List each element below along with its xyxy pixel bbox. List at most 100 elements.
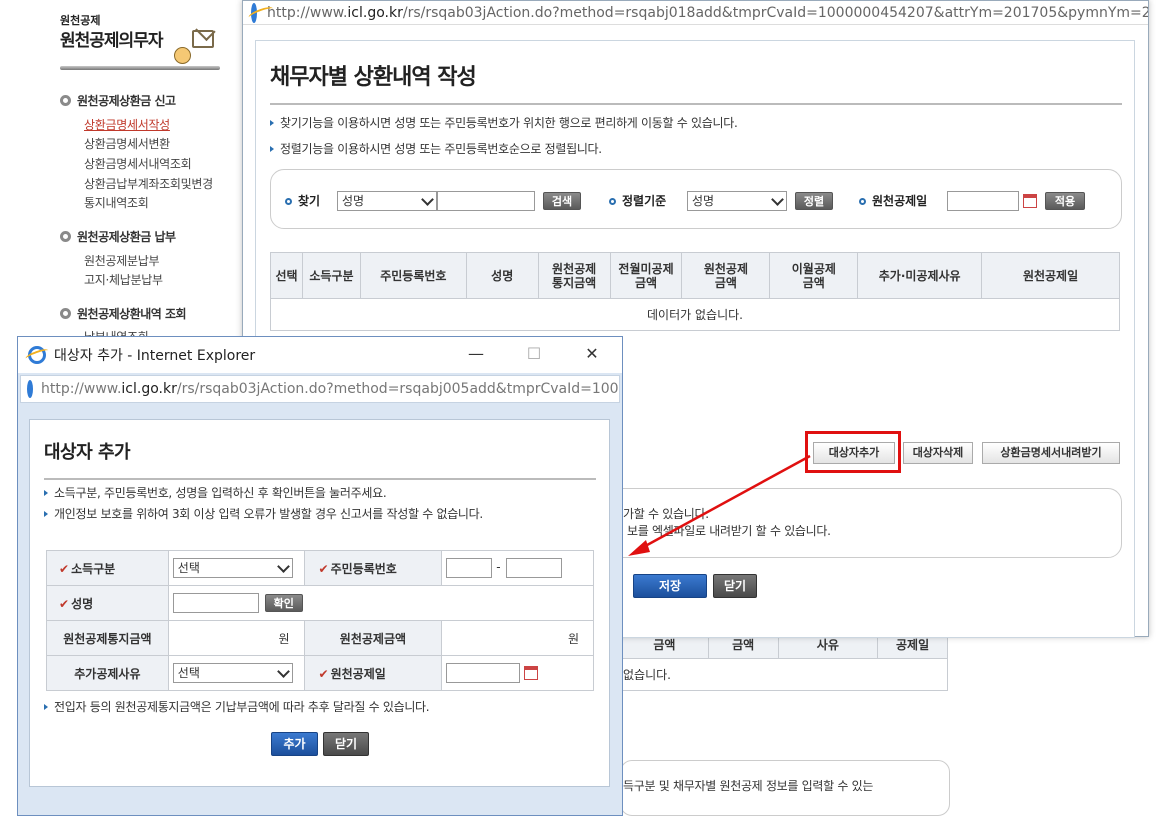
sidebar-item-statement-history[interactable]: 상환금명세서내역조회 (84, 155, 192, 172)
col-reason: 추가·미공제사유 (857, 252, 983, 299)
popup-content: 대상자 추가 소득구분, 주민등록번호, 성명을 입력하신 후 확인버튼을 눌러… (29, 419, 610, 787)
section-title-query[interactable]: 원천공제상환내역 조회 (60, 305, 187, 322)
add-button[interactable]: 추가 (271, 732, 318, 756)
apply-button[interactable]: 적용 (1045, 192, 1085, 210)
target-form: ✔ 소득구분 선택 ✔ 주민등록번호 - ✔ 성명 확인 원천공제통지금액 원 … (46, 550, 595, 691)
notice-find: 찾기기능을 이용하시면 성명 또는 주민등록번호가 위치한 행으로 편리하게 이… (270, 114, 738, 131)
name-cell: 확인 (167, 585, 595, 621)
label-dot-icon (859, 198, 866, 205)
sort-select[interactable]: 성명 (687, 191, 787, 211)
address-bar[interactable]: http://www. icl.go.kr/rs/rsqab03jAction.d… (243, 1, 1148, 25)
bg-info-text: 득구분 및 채무자별 원천공제 정보를 입력할 수 있는 (623, 779, 874, 793)
income-type-select[interactable]: 선택 (172, 558, 293, 578)
brand-title: 원천공제의무자 (60, 31, 163, 51)
ie-logo-icon (27, 380, 33, 398)
required-check-icon: ✔ (318, 561, 329, 576)
popup-title-divider (44, 478, 596, 480)
sort-label: 정렬기준 (609, 192, 666, 209)
search-panel: 찾기 성명 검색 정렬기준 성명 정렬 원천공제일 적용 (270, 169, 1122, 229)
notice-sort: 정렬기능을 이용하시면 성명 또는 주민등록번호순으로 정렬됩니다. (270, 140, 602, 157)
close-button[interactable]: 닫기 (713, 574, 757, 598)
sidebar-item-deduction-pay[interactable]: 원천공제분납부 (84, 252, 159, 269)
col-prev-undeducted: 전월미공제 금액 (609, 252, 683, 299)
col-select: 선택 (270, 252, 303, 299)
section-title-payment[interactable]: 원천공제상환금 납부 (60, 228, 176, 245)
sort-button[interactable]: 정렬 (795, 192, 833, 210)
url-path: /rs/rsqab03jAction.do?method=rsqabj005ad… (176, 381, 620, 397)
section-bullet-icon (60, 231, 71, 242)
rrn-back-input[interactable] (506, 558, 563, 578)
popup-notice-1: 소득구분, 주민등록번호, 성명을 입력하신 후 확인버튼을 눌러주세요. (44, 484, 387, 501)
sidebar-item-overdue-pay[interactable]: 고지·체납분납부 (84, 271, 163, 288)
deduct-amount-unit: 원 (441, 620, 594, 656)
url-prefix: http://www. (41, 381, 122, 397)
download-statement-button[interactable]: 상환금명세서내려받기 (982, 442, 1120, 464)
confirm-button[interactable]: 확인 (264, 594, 303, 612)
extra-reason-cell: 선택 (167, 655, 305, 691)
chevron-down-icon (771, 195, 784, 207)
col-carryover: 이월공제 금액 (769, 252, 859, 299)
find-label: 찾기 (285, 192, 320, 209)
sidebar-item-account-query[interactable]: 상환금납부계좌조회및변경 (84, 175, 213, 192)
section-bullet-icon (60, 95, 71, 106)
search-button[interactable]: 검색 (543, 192, 581, 210)
bullet-arrow-icon (44, 511, 48, 517)
url-path: /rs/rsqab03jAction.do?method=rsqabj018ad… (402, 4, 1148, 21)
bullet-arrow-icon (270, 120, 274, 126)
popup-title: 대상자 추가 (44, 442, 131, 463)
section-bullet-icon (60, 308, 71, 319)
chevron-down-icon (421, 195, 434, 207)
name-label: ✔ 성명 (46, 585, 169, 621)
col-deduct-amount: 원천공제 금액 (681, 252, 771, 299)
save-button[interactable]: 저장 (633, 574, 707, 598)
window-close-button[interactable]: ✕ (572, 343, 612, 367)
rrn-front-input[interactable] (446, 558, 493, 578)
empty-row: 데이터가 없습니다. (270, 298, 1120, 331)
sidebar-item-statement-convert[interactable]: 상환금명세서변환 (84, 135, 170, 152)
find-select[interactable]: 성명 (337, 191, 437, 211)
minimize-button[interactable]: — (456, 343, 496, 367)
popup-address-bar[interactable]: http://www. icl.go.kr/rs/rsqab03jAction.d… (20, 375, 620, 403)
bullet-arrow-icon (44, 704, 48, 710)
notice-amount-label: 원천공제통지금액 (46, 620, 169, 656)
deduct-amount-label: 원천공제금액 (303, 620, 443, 656)
label-dot-icon (285, 198, 292, 205)
extra-reason-select[interactable]: 선택 (172, 663, 293, 683)
sidebar-item-notice-history[interactable]: 통지내역조회 (84, 194, 149, 211)
sidebar-item-statement-write[interactable]: 상환금명세서작성 (84, 116, 170, 133)
col-notice-amount: 원천공제 통지금액 (537, 252, 611, 299)
calendar-icon[interactable] (524, 666, 539, 680)
popup-notice-2: 개인정보 보호를 위하여 3회 이상 입력 오류가 발생할 경우 신고서를 작성… (44, 505, 483, 522)
extra-reason-label: 추가공제사유 (46, 655, 169, 691)
deduct-date-cell (441, 655, 594, 691)
find-input[interactable] (437, 191, 535, 211)
brand-divider (60, 66, 220, 70)
deduct-date-input[interactable] (446, 663, 521, 683)
page-title: 채무자별 상환내역 작성 (270, 65, 477, 90)
section-title-report[interactable]: 원천공제상환금 신고 (60, 92, 176, 109)
annotation-arrow (628, 454, 811, 556)
bg-info-box: 득구분 및 채무자별 원천공제 정보를 입력할 수 있는 (620, 760, 950, 816)
ie-logo-icon (28, 346, 46, 364)
calendar-icon[interactable] (1023, 194, 1037, 208)
notice-amount-unit: 원 (167, 620, 305, 656)
url-domain: icl.go.kr (121, 381, 177, 397)
required-check-icon: ✔ (59, 561, 70, 576)
popup-close-button[interactable]: 닫기 (323, 732, 369, 756)
envelope-icon (192, 30, 214, 48)
background-table: 금액 금액 사유 공제일 없습니다. (620, 630, 948, 691)
repayment-table: 선택 소득구분 주민등록번호 성명 원천공제 통지금액 전월미공제 금액 원천공… (270, 252, 1120, 331)
required-check-icon: ✔ (318, 666, 329, 681)
name-input[interactable] (172, 593, 259, 613)
required-check-icon: ✔ (59, 596, 70, 611)
popup-window: 대상자 추가 - Internet Explorer — ☐ ✕ http://… (17, 336, 623, 816)
label-dot-icon (609, 198, 616, 205)
deduction-date-input[interactable] (947, 191, 1019, 211)
popup-window-title: 대상자 추가 - Internet Explorer (54, 348, 256, 364)
delete-target-button[interactable]: 대상자삭제 (903, 442, 973, 464)
mascot-icon (174, 47, 191, 64)
maximize-button[interactable]: ☐ (514, 343, 554, 367)
col-deduct-date: 원천공제일 (981, 252, 1120, 299)
ie-logo-icon (251, 2, 257, 23)
rrn-label: ✔ 주민등록번호 (303, 550, 443, 586)
